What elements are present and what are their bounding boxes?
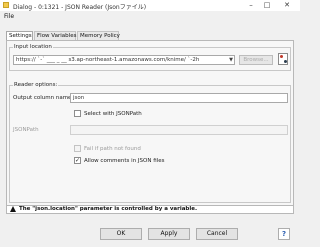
warning-text: The "json.location" parameter is control… <box>19 206 198 212</box>
browse-button[interactable]: Browse... <box>239 55 273 65</box>
tab-flow-variables[interactable]: Flow Variables <box>34 31 76 40</box>
menu-bar: File <box>0 11 300 21</box>
help-icon[interactable]: ? <box>278 228 290 240</box>
ok-button[interactable]: OK <box>100 228 142 240</box>
minimize-icon[interactable]: – <box>244 0 258 11</box>
reader-options-group: Reader options: Output column name json … <box>9 82 291 203</box>
fail-if-not-found-checkbox[interactable] <box>74 145 81 152</box>
chevron-down-icon[interactable]: ▼ <box>229 56 233 64</box>
output-column-label: Output column name <box>13 95 72 101</box>
tab-memory-policy[interactable]: Memory Policy <box>77 31 120 40</box>
output-column-input[interactable]: json <box>70 93 288 103</box>
cancel-button[interactable]: Cancel <box>196 228 238 240</box>
reader-options-label: Reader options: <box>13 82 59 88</box>
window-title: Dialog - 0:1321 - JSON Reader (Jsonファイル) <box>13 4 147 11</box>
flow-variable-icon[interactable] <box>278 53 288 65</box>
fail-if-not-found-label: Fail if path not found <box>84 146 141 152</box>
jsonpath-input[interactable] <box>70 125 288 135</box>
select-jsonpath-label: Select with JSONPath <box>84 111 142 117</box>
jsonpath-label: JSONPath <box>13 127 39 133</box>
maximize-icon[interactable]: □ <box>260 0 274 11</box>
allow-comments-checkbox[interactable]: ✓ <box>74 157 81 164</box>
warning-bar: The "json.location" parameter is control… <box>6 206 294 214</box>
input-location-group: Input location https:// `-` ___ _ __ s3.… <box>9 44 291 71</box>
app-icon <box>3 2 9 8</box>
select-jsonpath-checkbox[interactable] <box>74 110 81 117</box>
url-value: https:// `-` ___ _ __ s3.ap-northeast-1.… <box>16 57 200 63</box>
apply-button[interactable]: Apply <box>148 228 190 240</box>
output-column-value: json <box>73 95 85 101</box>
input-location-label: Input location <box>13 44 53 50</box>
close-icon[interactable]: ✕ <box>280 0 294 11</box>
settings-panel: Input location https:// `-` ___ _ __ s3.… <box>6 40 294 206</box>
warning-icon <box>10 206 16 212</box>
url-input[interactable]: https:// `-` ___ _ __ s3.ap-northeast-1.… <box>13 55 235 65</box>
menu-file[interactable]: File <box>4 13 14 20</box>
allow-comments-label: Allow comments in JSON files <box>84 158 165 164</box>
